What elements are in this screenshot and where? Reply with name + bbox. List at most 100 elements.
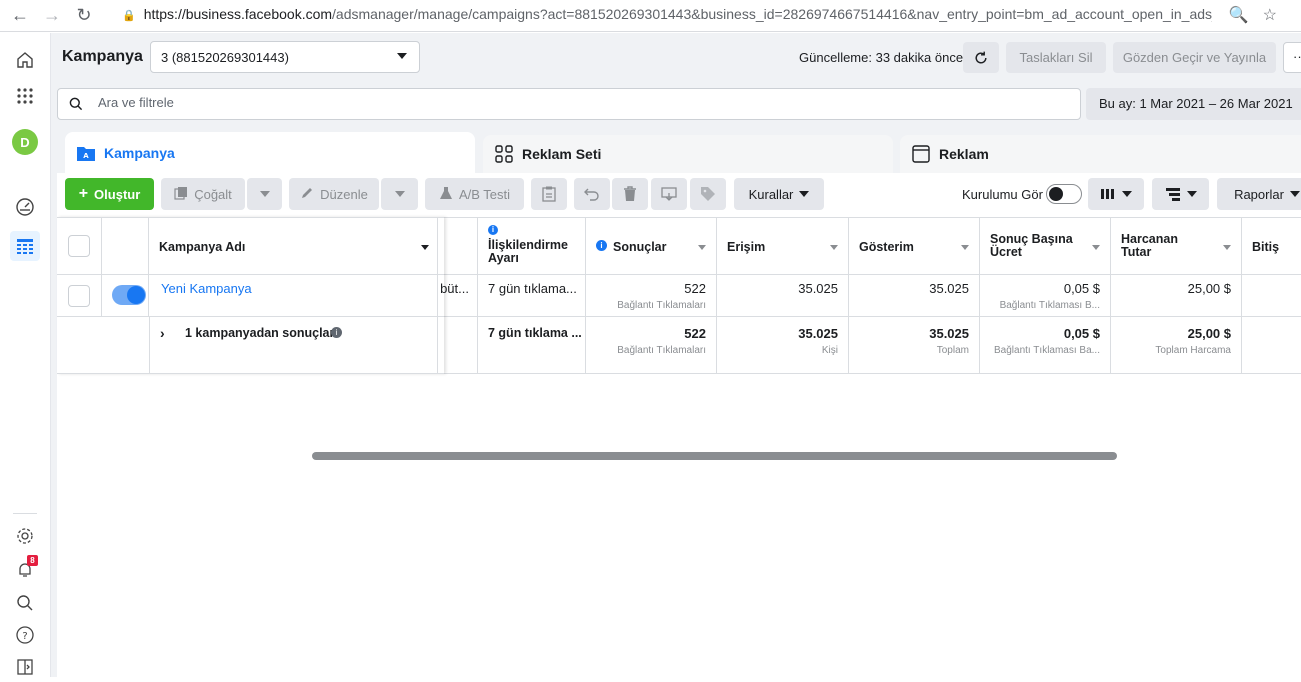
search-icon[interactable] [10, 588, 40, 618]
delete-button[interactable] [612, 178, 648, 210]
export-button[interactable] [651, 178, 687, 210]
ads-manager-table-icon[interactable] [10, 231, 40, 261]
table-header-row: Kampanya Adı i İlişkilendirme Ayarı i So… [57, 217, 1301, 275]
summary-reach: 35.025 [798, 326, 838, 341]
pencil-icon [300, 186, 314, 203]
forward-arrow-icon[interactable]: → [40, 4, 64, 28]
column-header-impressions[interactable]: Gösterim [849, 218, 980, 274]
tag-button[interactable] [690, 178, 726, 210]
apps-grid-icon[interactable] [10, 81, 40, 111]
summary-label: 1 kampanyadan sonuçlar [185, 326, 335, 340]
ad-window-icon [912, 145, 930, 163]
info-icon[interactable]: i [331, 327, 342, 338]
campaign-panel: + Oluştur Çoğalt Düzenle A/B Testi Kural… [57, 173, 1301, 677]
left-navigation: D 8 ? [0, 33, 51, 677]
collapse-panel-icon[interactable] [10, 652, 40, 682]
undo-button[interactable] [574, 178, 610, 210]
search-input[interactable] [98, 95, 998, 110]
create-button[interactable]: + Oluştur [65, 178, 154, 210]
help-question-icon[interactable]: ? [10, 620, 40, 650]
summary-amount-spent: 25,00 $ [1187, 326, 1231, 341]
url-path: /adsmanager/manage/campaigns?act=8815202… [332, 6, 1212, 22]
tag-icon [701, 187, 715, 201]
chevron-down-icon [1186, 191, 1197, 197]
breakdown-button[interactable] [1152, 178, 1209, 210]
tab-ad-sets[interactable]: Reklam Seti [483, 135, 893, 173]
horizontal-scrollbar[interactable] [312, 452, 1117, 460]
column-header-ends[interactable]: Bitiş [1242, 218, 1301, 274]
main-content: Kampanya 3 (881520269301443) Güncelleme:… [51, 33, 1301, 677]
attribution-value: 7 gün tıklama... [488, 281, 577, 296]
columns-button[interactable] [1088, 178, 1144, 210]
column-header-budget[interactable] [438, 218, 478, 274]
column-header-amount-spent[interactable]: Harcanan Tutar [1111, 218, 1242, 274]
expand-chevron-icon[interactable]: › [160, 325, 165, 341]
duplicate-button[interactable]: Çoğalt [161, 178, 245, 210]
zoom-icon[interactable]: 🔍 [1229, 5, 1249, 25]
search-filter-bar[interactable] [57, 88, 1081, 120]
row-checkbox[interactable] [68, 285, 90, 307]
info-icon: i [596, 240, 607, 251]
account-avatar[interactable]: D [10, 127, 40, 157]
dashboard-gauge-icon[interactable] [10, 192, 40, 222]
review-publish-button[interactable]: Gözden Geçir ve Yayınla [1113, 42, 1276, 73]
bookmark-star-icon[interactable]: ☆ [1263, 5, 1277, 25]
view-setup-label: Kurulumu Gör [962, 187, 1043, 202]
back-arrow-icon[interactable]: ← [8, 4, 32, 28]
campaign-status-toggle[interactable] [112, 285, 146, 305]
ad-account-select[interactable]: 3 (881520269301443) [150, 41, 420, 73]
cost-per-result-value: 0,05 $ [1063, 281, 1100, 296]
chevron-down-icon [397, 53, 407, 59]
column-header-results[interactable]: i Sonuçlar [586, 218, 717, 274]
svg-text:A: A [83, 152, 89, 160]
home-icon[interactable] [10, 45, 40, 75]
ab-test-button[interactable]: A/B Testi [425, 178, 524, 210]
summary-results: 522 [684, 326, 706, 341]
tab-label: Kampanya [104, 145, 175, 161]
rules-button[interactable]: Kurallar [734, 178, 824, 210]
url-host: https://business.facebook.com [143, 6, 333, 22]
search-icon [68, 96, 84, 117]
edit-button[interactable]: Düzenle [289, 178, 379, 210]
svg-text:?: ? [22, 631, 27, 642]
page-title: Kampanya [62, 48, 143, 65]
notifications-bell-icon[interactable]: 8 [10, 555, 40, 585]
results-subtext: Bağlantı Tıklamaları [617, 300, 706, 311]
reload-icon[interactable]: ↻ [72, 4, 96, 28]
summary-cost-per-result-subtext: Bağlantı Tıklaması Ba... [994, 345, 1100, 356]
column-header-attribution[interactable]: i İlişkilendirme Ayarı [478, 218, 586, 274]
lock-icon: 🔒 [122, 10, 136, 22]
refresh-button[interactable] [963, 42, 999, 73]
campaign-name-link[interactable]: Yeni Kampanya [161, 281, 252, 296]
tab-ads[interactable]: Reklam [900, 135, 1301, 173]
ad-account-value: 3 (881520269301443) [161, 50, 289, 65]
date-range-button[interactable]: Bu ay: 1 Mar 2021 – 26 Mar 2021 [1086, 88, 1301, 120]
select-all-checkbox[interactable] [68, 235, 90, 257]
breakdown-icon [1165, 188, 1180, 201]
plus-icon: + [78, 185, 89, 202]
refresh-icon [975, 51, 987, 63]
more-options-button[interactable]: ··· [1283, 42, 1301, 73]
amount-spent-value: 25,00 $ [1187, 281, 1231, 296]
table-row[interactable]: Yeni Kampanya büt... 7 gün tıklama... 52… [57, 275, 1301, 317]
column-header-campaign-name[interactable]: Kampanya Adı [149, 218, 438, 274]
edit-dropdown-button[interactable] [381, 178, 418, 210]
view-setup-toggle[interactable] [1046, 184, 1082, 204]
chevron-down-icon [259, 191, 270, 197]
clipboard-button[interactable] [531, 178, 567, 210]
export-icon [661, 187, 677, 201]
address-bar[interactable]: 🔒 https://business.facebook.com/adsmanage… [122, 6, 1212, 22]
tab-campaigns[interactable]: A Kampanya [65, 132, 475, 174]
tab-label: Reklam [939, 146, 989, 162]
column-header-cost-per-result[interactable]: Sonuç Başına Ücret [980, 218, 1111, 274]
settings-gear-icon[interactable] [10, 521, 40, 551]
tab-label: Reklam Seti [522, 146, 602, 162]
reports-button[interactable]: Raporlar [1217, 178, 1301, 210]
sort-icon [1092, 245, 1100, 250]
summary-reach-subtext: Kişi [821, 345, 838, 356]
duplicate-dropdown-button[interactable] [247, 178, 282, 210]
discard-drafts-button[interactable]: Taslakları Sil [1006, 42, 1106, 73]
column-header-reach[interactable]: Erişim [717, 218, 849, 274]
columns-icon [1101, 189, 1114, 199]
nav-divider [13, 513, 37, 514]
